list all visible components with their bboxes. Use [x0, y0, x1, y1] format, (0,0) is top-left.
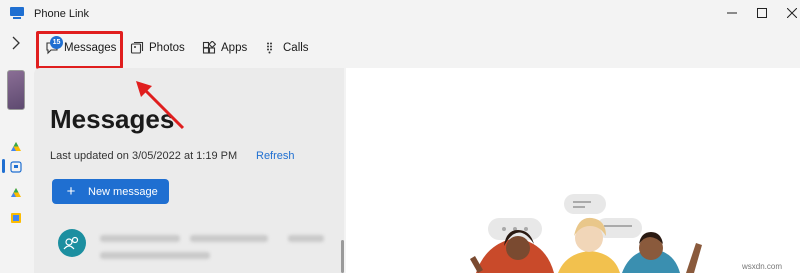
- phone-link-window: Phone Link Messages Photos Apps Calls 15…: [0, 0, 800, 273]
- annotation-arrow: [136, 81, 185, 130]
